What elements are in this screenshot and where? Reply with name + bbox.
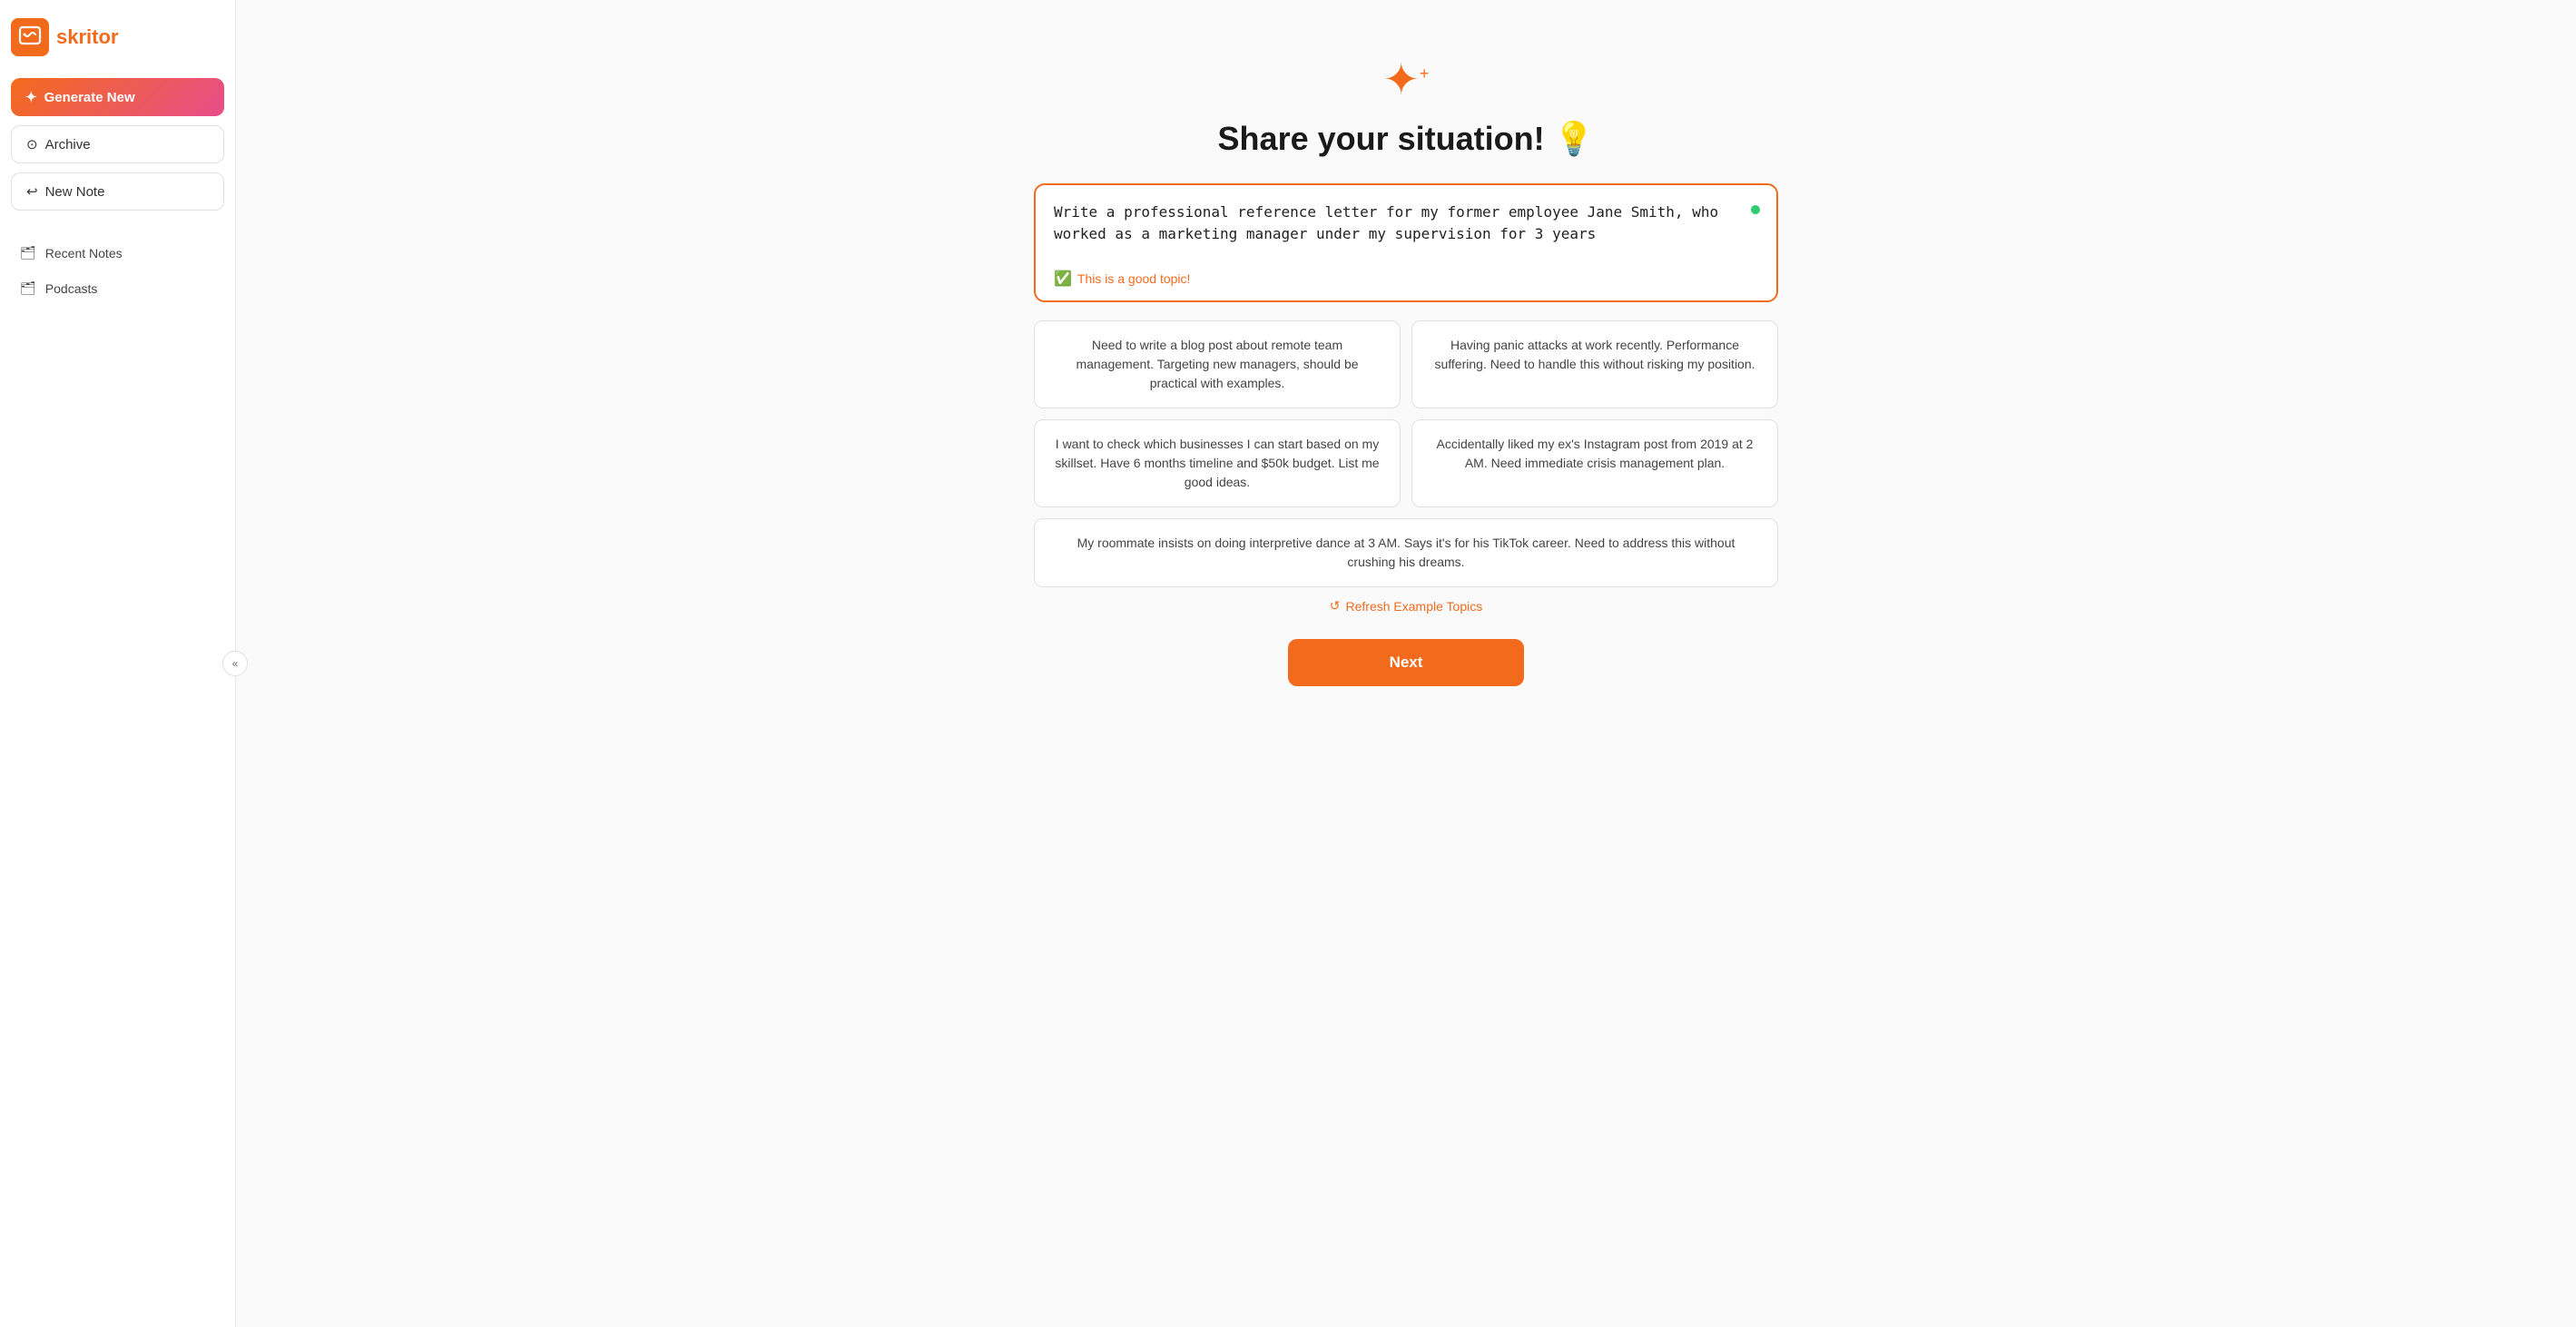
check-circle-icon: ✅ xyxy=(1054,270,1072,288)
app-name: skritor xyxy=(56,25,118,49)
example-card-2[interactable]: Having panic attacks at work recently. P… xyxy=(1411,320,1778,408)
example-card-4[interactable]: Accidentally liked my ex's Instagram pos… xyxy=(1411,419,1778,507)
archive-btn-label: Archive xyxy=(45,137,91,152)
new-note-icon: ↩ xyxy=(26,183,38,200)
example-card-wide[interactable]: My roommate insists on doing interpretiv… xyxy=(1034,518,1778,587)
example-card-1[interactable]: Need to write a blog post about remote t… xyxy=(1034,320,1401,408)
new-note-btn-label: New Note xyxy=(45,184,105,200)
generate-new-button[interactable]: ✦ Generate New xyxy=(11,78,224,116)
example-card-3[interactable]: I want to check which businesses I can s… xyxy=(1034,419,1401,507)
logo-icon xyxy=(11,18,49,56)
collapse-sidebar-button[interactable]: « xyxy=(222,651,248,676)
next-button[interactable]: Next xyxy=(1288,639,1524,686)
main-content: ✦+ Share your situation! 💡 Write a profe… xyxy=(236,0,2576,1327)
archive-button[interactable]: ⊙ Archive xyxy=(11,125,224,163)
folder-icon-2: 🗂 xyxy=(20,280,36,296)
sparkle-icon: ✦ xyxy=(25,89,37,105)
spark-icon: ✦+ xyxy=(1383,54,1430,105)
new-note-button[interactable]: ↩ New Note xyxy=(11,172,224,211)
lightbulb-emoji: 💡 xyxy=(1554,120,1595,158)
green-dot-indicator xyxy=(1751,205,1760,214)
archive-icon: ⊙ xyxy=(26,136,38,152)
sidebar-nav-section: 🗂 Recent Notes 🗂 Podcasts xyxy=(11,238,224,309)
sidebar-item-recent-notes[interactable]: 🗂 Recent Notes xyxy=(11,238,224,268)
generate-btn-label: Generate New xyxy=(44,90,135,105)
refresh-icon: ↺ xyxy=(1330,598,1341,614)
sidebar: skritor ✦ Generate New ⊙ Archive ↩ New N… xyxy=(0,0,236,1327)
examples-grid: Need to write a blog post about remote t… xyxy=(1034,320,1778,507)
topic-input-container: Write a professional reference letter fo… xyxy=(1034,183,1778,302)
logo-area: skritor xyxy=(11,15,224,60)
good-topic-badge: ✅ This is a good topic! xyxy=(1054,270,1758,288)
sidebar-item-podcasts[interactable]: 🗂 Podcasts xyxy=(11,273,224,303)
topic-input[interactable]: Write a professional reference letter fo… xyxy=(1054,202,1758,256)
folder-icon: 🗂 xyxy=(20,245,36,260)
page-title: Share your situation! 💡 xyxy=(1218,120,1595,158)
refresh-topics-link[interactable]: ↺ Refresh Example Topics xyxy=(1330,598,1482,614)
